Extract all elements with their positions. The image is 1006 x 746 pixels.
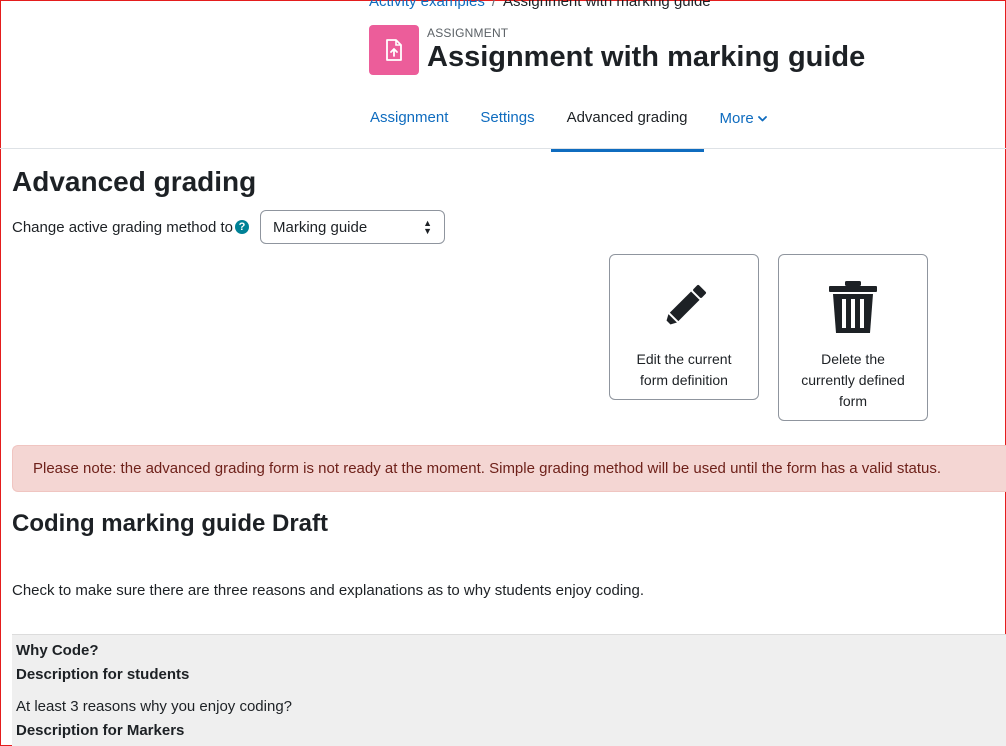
grading-method-label: Change active grading method to	[12, 218, 233, 236]
edit-form-label: Edit the current form definition	[636, 351, 732, 388]
tab-advanced-grading[interactable]: Advanced grading	[550, 98, 704, 152]
criterion-name: Why Code?	[16, 642, 99, 659]
help-icon[interactable]: ?	[234, 220, 249, 234]
criterion-markers-heading: Description for Markers	[16, 722, 185, 739]
criterion-students-text: At least 3 reasons why you enjoy coding?	[16, 698, 292, 715]
edit-form-button[interactable]: Edit the current form definition	[609, 254, 759, 400]
guide-description: Check to make sure there are three reaso…	[12, 582, 645, 599]
assignment-upload-icon	[369, 25, 419, 75]
nav-divider	[0, 148, 1006, 149]
breadcrumb-separator: /	[491, 0, 497, 10]
pencil-icon	[610, 279, 758, 335]
grading-method-row: Change active grading method to ? Markin…	[12, 210, 445, 244]
page-title: Assignment with marking guide	[427, 41, 866, 73]
delete-form-button[interactable]: Delete the currently defined form	[778, 254, 928, 421]
select-arrows-icon: ▲ ▼	[423, 218, 432, 236]
activity-type-label: ASSIGNMENT	[427, 26, 509, 40]
tab-more-label: More	[719, 110, 754, 127]
tab-assignment[interactable]: Assignment	[354, 98, 464, 149]
breadcrumb-current: Assignment with marking guide	[503, 0, 711, 10]
section-heading-advanced-grading: Advanced grading	[12, 166, 257, 197]
tab-more[interactable]: More	[704, 98, 783, 149]
grading-method-select[interactable]: Marking guide ▲ ▼	[259, 210, 445, 244]
status-alert: Please note: the advanced grading form i…	[12, 445, 1006, 492]
chevron-down-icon	[757, 109, 767, 126]
criterion-row: Why Code? Description for students At le…	[12, 634, 1006, 746]
breadcrumb: Activity examples / Assignment with markin…	[369, 0, 711, 10]
grading-method-selected: Marking guide	[272, 218, 368, 236]
breadcrumb-link-activity-examples[interactable]: Activity examples	[369, 0, 485, 10]
criterion-students-heading: Description for students	[16, 666, 190, 683]
tab-settings[interactable]: Settings	[464, 98, 550, 149]
status-alert-text: Please note: the advanced grading form i…	[33, 460, 942, 477]
trash-icon	[779, 279, 927, 335]
secondary-nav: Assignment Settings Advanced grading Mor…	[354, 98, 783, 152]
guide-title: Coding marking guide Draft	[12, 510, 329, 537]
delete-form-label: Delete the currently defined form	[801, 351, 905, 409]
